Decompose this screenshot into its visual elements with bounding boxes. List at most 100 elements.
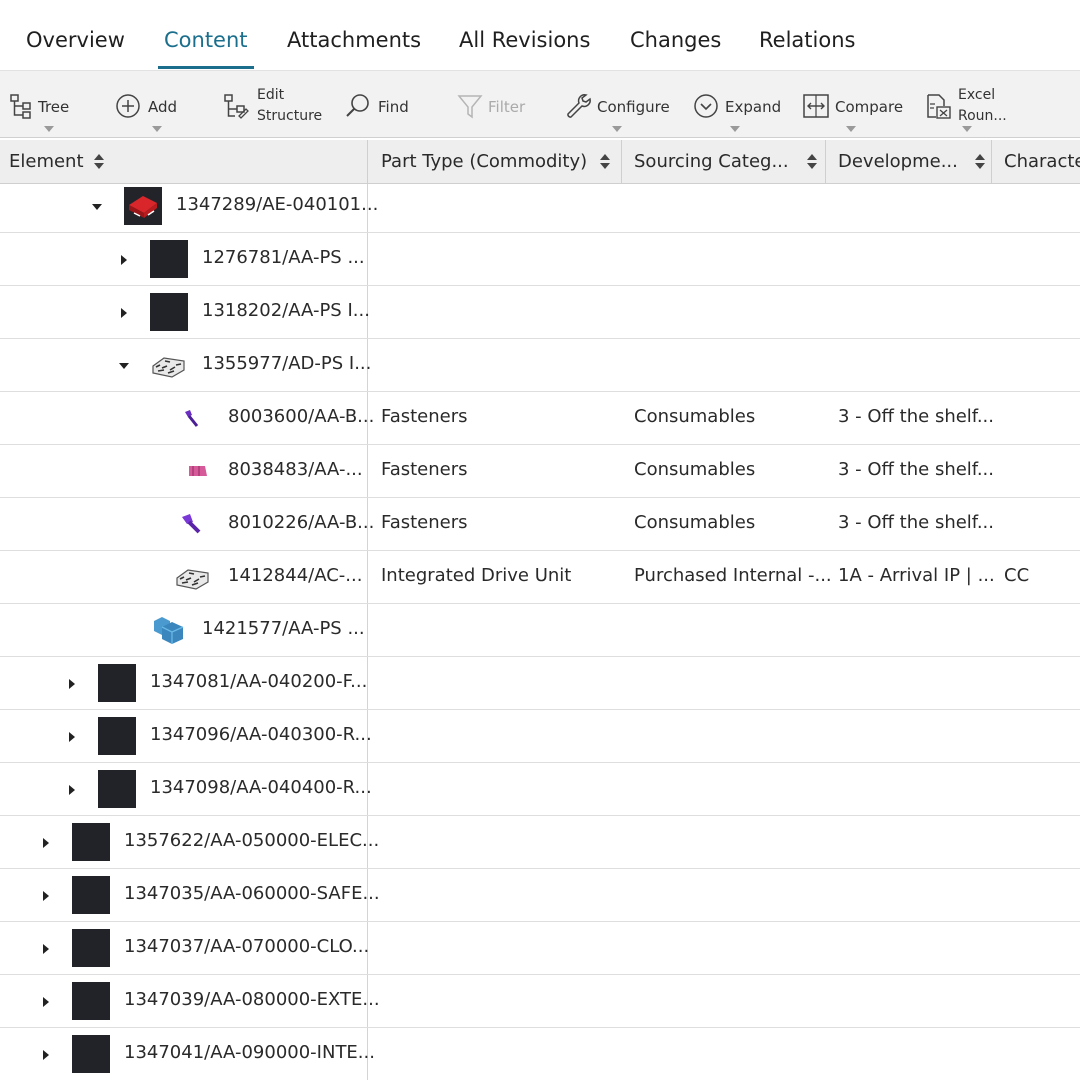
expand-toggle[interactable] (43, 838, 49, 848)
edit-structure-button[interactable]: Edit Structure (220, 71, 330, 139)
toolbar: Tree Add Edit Structure Find Filter Conf… (0, 70, 1080, 138)
expand-dropdown-caret[interactable] (730, 126, 740, 132)
column-header-element[interactable]: Element (0, 140, 368, 184)
part-thumbnail (98, 664, 136, 702)
development-cell: 3 - Off the shelf... (838, 512, 994, 533)
expand-toggle[interactable] (69, 785, 75, 795)
part-thumbnail (72, 1035, 110, 1073)
collapse-toggle[interactable] (92, 204, 102, 210)
excel-roundtrip-button[interactable]: Excel Roun... (922, 71, 1022, 139)
sort-icon[interactable] (807, 154, 817, 170)
expand-toggle[interactable] (43, 1050, 49, 1060)
expand-toggle[interactable] (43, 891, 49, 901)
expand-toggle[interactable] (121, 255, 127, 265)
column-header-label: Element (9, 151, 84, 172)
expand-toggle[interactable] (43, 997, 49, 1007)
table-row[interactable]: 1347039/AA-080000-EXTE... (0, 975, 1080, 1028)
tab-overview[interactable]: Overview (26, 28, 125, 52)
table-row[interactable]: 1412844/AC-... Integrated Drive Unit Pur… (0, 551, 1080, 604)
find-label: Find (378, 98, 409, 116)
column-header-label: Developme... (838, 151, 958, 172)
tab-attachments[interactable]: Attachments (287, 28, 421, 52)
expand-toggle[interactable] (43, 944, 49, 954)
element-name: 1347037/AA-070000-CLO... (124, 936, 370, 957)
tree-button[interactable]: Tree (6, 71, 96, 139)
table-row[interactable]: 1347037/AA-070000-CLO... (0, 922, 1080, 975)
column-header-development[interactable]: Developme... (826, 140, 992, 184)
excel-label-line1: Excel (958, 87, 996, 103)
element-name: 1276781/AA-PS ... (202, 247, 365, 268)
table-row[interactable]: 1421577/AA-PS ... (0, 604, 1080, 657)
tab-all-revisions[interactable]: All Revisions (459, 28, 590, 52)
element-name: 1347096/AA-040300-R... (150, 724, 372, 745)
add-dropdown-caret[interactable] (152, 126, 162, 132)
sort-icon[interactable] (94, 154, 104, 170)
element-name: 8038483/AA-... (228, 459, 363, 480)
table-row[interactable]: 1347098/AA-040400-R... (0, 763, 1080, 816)
add-button[interactable]: Add (114, 71, 204, 139)
filter-label: Filter (488, 98, 526, 116)
chevron-down-circle-icon (694, 94, 718, 118)
compare-button[interactable]: Compare (800, 71, 910, 139)
collapse-toggle[interactable] (119, 363, 129, 369)
expand-toggle[interactable] (121, 308, 127, 318)
excel-dropdown-caret[interactable] (962, 126, 972, 132)
table-row[interactable]: 8010226/AA-B... Fasteners Consumables 3 … (0, 498, 1080, 551)
development-cell: 3 - Off the shelf... (838, 406, 994, 427)
part-type-cell: Fasteners (381, 406, 468, 427)
search-icon (346, 94, 369, 117)
table-row[interactable]: 1347096/AA-040300-R... (0, 710, 1080, 763)
table-row[interactable]: 1347081/AA-040200-F... (0, 657, 1080, 710)
part-thumbnail (98, 770, 136, 808)
column-header-part-type[interactable]: Part Type (Commodity) (368, 140, 622, 184)
expand-label: Expand (725, 98, 782, 116)
assembly-thumbnail (124, 187, 162, 225)
table-row[interactable]: 1347289/AE-040101... (0, 180, 1080, 233)
filter-button[interactable]: Filter (454, 71, 544, 139)
column-header-sourcing-category[interactable]: Sourcing Categ... (622, 140, 826, 184)
sort-icon[interactable] (600, 154, 610, 170)
table-header: Element Part Type (Commodity) Sourcing C… (0, 140, 1080, 184)
sort-icon[interactable] (975, 154, 985, 170)
table-row[interactable]: 1276781/AA-PS ... (0, 233, 1080, 286)
element-name: 1347041/AA-090000-INTE... (124, 1042, 375, 1063)
column-header-characteristic[interactable]: Characte (992, 140, 1080, 184)
sourcing-category-cell: Consumables (634, 512, 756, 533)
element-name: 1347098/AA-040400-R... (150, 777, 372, 798)
table-row[interactable]: 8038483/AA-... Fasteners Consumables 3 -… (0, 445, 1080, 498)
tab-content[interactable]: Content (164, 28, 248, 52)
tab-bar: Overview Content Attachments All Revisio… (0, 0, 1080, 70)
find-button[interactable]: Find (344, 71, 434, 139)
part-thumbnail (72, 929, 110, 967)
element-name: 1412844/AC-... (228, 565, 363, 586)
configure-button[interactable]: Configure (562, 71, 672, 139)
add-label: Add (148, 98, 178, 116)
column-header-label: Sourcing Categ... (634, 151, 789, 172)
element-name: 1355977/AD-PS I... (202, 353, 372, 374)
part-type-cell: Fasteners (381, 512, 468, 533)
part-type-cell: Fasteners (381, 459, 468, 480)
element-name: 1357622/AA-050000-ELEC... (124, 830, 380, 851)
expand-button[interactable]: Expand (690, 71, 785, 139)
wrench-icon (567, 94, 591, 118)
configure-dropdown-caret[interactable] (612, 126, 622, 132)
tree-dropdown-caret[interactable] (44, 126, 54, 132)
table-row[interactable]: 1347041/AA-090000-INTE... (0, 1028, 1080, 1080)
compare-label: Compare (835, 98, 904, 116)
table-row[interactable]: 1355977/AD-PS I... (0, 339, 1080, 392)
table-row[interactable]: 1318202/AA-PS I... (0, 286, 1080, 339)
part-thumbnail (72, 982, 110, 1020)
development-cell: 3 - Off the shelf... (838, 459, 994, 480)
sourcing-category-cell: Consumables (634, 459, 756, 480)
expand-toggle[interactable] (69, 679, 75, 689)
element-name: 1347039/AA-080000-EXTE... (124, 989, 380, 1010)
part-thumbnail (150, 240, 188, 278)
tab-changes[interactable]: Changes (630, 28, 721, 52)
table-row[interactable]: 8003600/AA-B... Fasteners Consumables 3 … (0, 392, 1080, 445)
tab-relations[interactable]: Relations (759, 28, 855, 52)
expand-toggle[interactable] (69, 732, 75, 742)
table-row[interactable]: 1347035/AA-060000-SAFE... (0, 869, 1080, 922)
element-name: 1347081/AA-040200-F... (150, 671, 368, 692)
compare-dropdown-caret[interactable] (846, 126, 856, 132)
table-row[interactable]: 1357622/AA-050000-ELEC... (0, 816, 1080, 869)
